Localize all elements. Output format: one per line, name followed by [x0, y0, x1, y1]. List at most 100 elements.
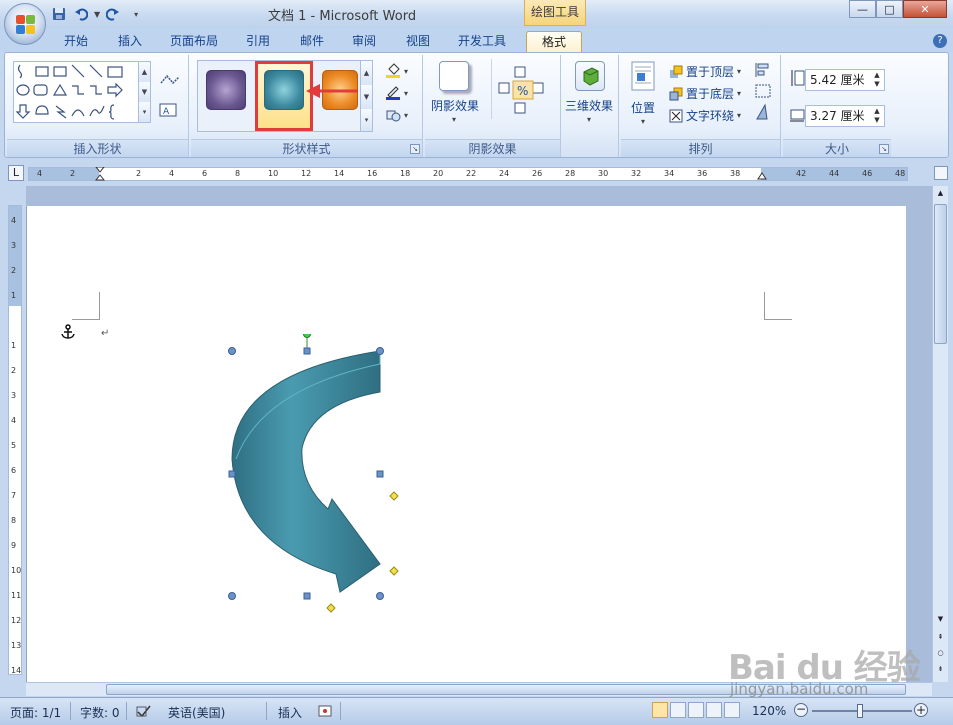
pen-outline-icon [386, 86, 400, 100]
position-button-label[interactable]: 位置 [631, 99, 655, 116]
undo-icon[interactable] [72, 5, 90, 23]
undo-dropdown-icon[interactable]: ▼ [94, 10, 100, 19]
shape-height-field[interactable]: 5.42 厘米 ▲ ▼ [805, 69, 885, 91]
tab-home[interactable]: 开始 [54, 31, 98, 52]
tab-mailings[interactable]: 邮件 [290, 31, 334, 52]
text-wrap-button[interactable]: 文字环绕 ▾ [669, 107, 741, 124]
close-button[interactable]: ✕ [903, 0, 947, 18]
full-screen-reading-icon[interactable] [670, 702, 686, 718]
size-launcher-icon[interactable]: ↘ [879, 144, 889, 154]
ruler-tick-label: 12 [301, 169, 312, 178]
save-icon[interactable] [50, 5, 68, 23]
curved-arrow-shape[interactable] [222, 334, 422, 614]
minimize-button[interactable]: — [849, 0, 876, 18]
outline-view-icon[interactable] [706, 702, 722, 718]
draft-view-icon[interactable] [724, 702, 740, 718]
shape-outline-button[interactable]: ▾ [385, 85, 408, 101]
shapes-gallery[interactable]: ▲ ▼ ▾ [13, 61, 151, 123]
ruler-tick-label: 3 [11, 241, 17, 250]
page-count[interactable]: 页面: 1/1 [10, 704, 61, 721]
scroll-down-icon[interactable]: ▼ [934, 612, 947, 626]
shadow-dropdown-icon[interactable]: ▾ [452, 115, 456, 124]
edit-shape-icon[interactable] [159, 73, 181, 90]
shadow-effects-button-label[interactable]: 阴影效果 [431, 97, 479, 114]
3d-dropdown-icon[interactable]: ▾ [587, 115, 591, 124]
proofing-icon[interactable] [136, 704, 152, 718]
help-icon[interactable]: ? [933, 34, 947, 48]
position-icon[interactable] [631, 61, 655, 91]
tab-selector-button[interactable]: L [8, 165, 24, 181]
ruler-tick-label: 32 [631, 169, 642, 178]
customize-qat-icon[interactable]: ▾ [134, 10, 138, 19]
ruler-tick-label: 8 [235, 169, 241, 178]
shadow-effects-icon[interactable] [439, 61, 469, 91]
tab-page-layout[interactable]: 页面布局 [162, 31, 226, 52]
3d-effects-icon[interactable] [575, 61, 605, 91]
shape-styles-launcher-icon[interactable]: ↘ [410, 144, 420, 154]
style-teal-selected[interactable] [264, 70, 304, 110]
next-page-icon[interactable]: ⇟ [934, 662, 947, 676]
insert-mode[interactable]: 插入 [278, 704, 302, 721]
ruler-tick-label: 2 [11, 266, 17, 275]
word-count[interactable]: 字数: 0 [80, 704, 120, 721]
gallery-scroll-up-icon[interactable]: ▲ [138, 62, 150, 82]
indent-marker-icon[interactable] [95, 167, 105, 181]
shadow-nudge-icons[interactable]: % [495, 63, 555, 133]
text-box-icon[interactable]: A [159, 103, 177, 120]
styles-scroll-down-icon[interactable]: ▼ [360, 85, 372, 109]
view-ruler-icon[interactable] [934, 166, 948, 180]
web-layout-icon[interactable] [688, 702, 704, 718]
change-shape-button[interactable]: ▾ [385, 107, 408, 123]
redo-icon[interactable] [104, 5, 122, 23]
bring-to-front-button[interactable]: 置于顶层 ▾ [669, 63, 741, 80]
styles-scroll-up-icon[interactable]: ▲ [360, 61, 372, 85]
office-button[interactable] [4, 3, 46, 45]
vertical-ruler[interactable]: 4 3 2 1 1 2 3 4 5 6 7 8 9 10 11 12 13 14 [8, 205, 22, 675]
divider [126, 702, 127, 720]
styles-more-icon[interactable]: ▾ [360, 109, 372, 131]
gallery-more-icon[interactable]: ▾ [138, 102, 150, 122]
tab-insert[interactable]: 插入 [108, 31, 152, 52]
zoom-in-icon[interactable]: + [914, 703, 928, 717]
shape-fill-button[interactable]: ▾ [385, 63, 408, 79]
zoom-slider-thumb[interactable] [857, 704, 863, 718]
send-to-back-button[interactable]: 置于底层 ▾ [669, 85, 741, 102]
scroll-up-icon[interactable]: ▲ [934, 186, 947, 200]
language-indicator[interactable]: 英语(美国) [168, 704, 225, 721]
ruler-tick-label: 4 [169, 169, 175, 178]
vertical-scrollbar[interactable]: ▲ ▼ ⇞ ○ ⇟ [932, 186, 948, 682]
watermark-url: jingyan.baidu.com [730, 680, 869, 698]
zoom-out-icon[interactable]: − [794, 703, 808, 717]
gallery-scroll-down-icon[interactable]: ▼ [138, 82, 150, 102]
maximize-button[interactable]: □ [876, 0, 903, 18]
ruler-tick-label: 4 [37, 169, 43, 178]
vertical-scroll-thumb[interactable] [934, 204, 947, 344]
zoom-level[interactable]: 120% [752, 704, 786, 718]
tab-format[interactable]: 格式 [526, 31, 582, 52]
3d-effects-button-label[interactable]: 三维效果 [565, 97, 613, 114]
rotate-handle-icon[interactable] [303, 334, 311, 338]
print-layout-view-icon[interactable] [652, 702, 668, 718]
ruler-tick-label: 11 [11, 591, 22, 600]
browse-object-icon[interactable]: ○ [934, 646, 947, 660]
document-page[interactable]: ↵ [26, 206, 906, 682]
tab-references[interactable]: 引用 [236, 31, 280, 52]
position-dropdown-icon[interactable]: ▾ [641, 117, 645, 126]
title-bar: ▼ ▾ 文档 1 - Microsoft Word 绘图工具 — □ ✕ [0, 0, 953, 28]
previous-page-icon[interactable]: ⇞ [934, 630, 947, 644]
window-controls: — □ ✕ [849, 0, 947, 18]
macro-record-icon[interactable] [318, 704, 332, 718]
horizontal-ruler[interactable]: 4 2 2 4 6 8 10 12 14 16 18 20 22 24 26 28 30 32 34 36 38 42 44… [28, 167, 908, 181]
shape-styles-gallery[interactable]: ▲ ▼ ▾ [197, 60, 373, 132]
height-spin-icon[interactable]: ▲ ▼ [872, 71, 882, 89]
style-purple[interactable] [206, 70, 246, 110]
right-indent-marker-icon[interactable] [757, 168, 767, 180]
shape-width-field[interactable]: 3.27 厘米 ▲ ▼ [805, 105, 885, 127]
tab-developer[interactable]: 开发工具 [450, 31, 514, 52]
tab-review[interactable]: 审阅 [342, 31, 386, 52]
ruler-tick-label: 12 [11, 616, 22, 625]
tab-view[interactable]: 视图 [396, 31, 440, 52]
width-spin-icon[interactable]: ▲ ▼ [872, 107, 882, 125]
paragraph-mark-icon: ↵ [101, 328, 110, 339]
align-group-rotate-icons[interactable] [753, 61, 777, 131]
